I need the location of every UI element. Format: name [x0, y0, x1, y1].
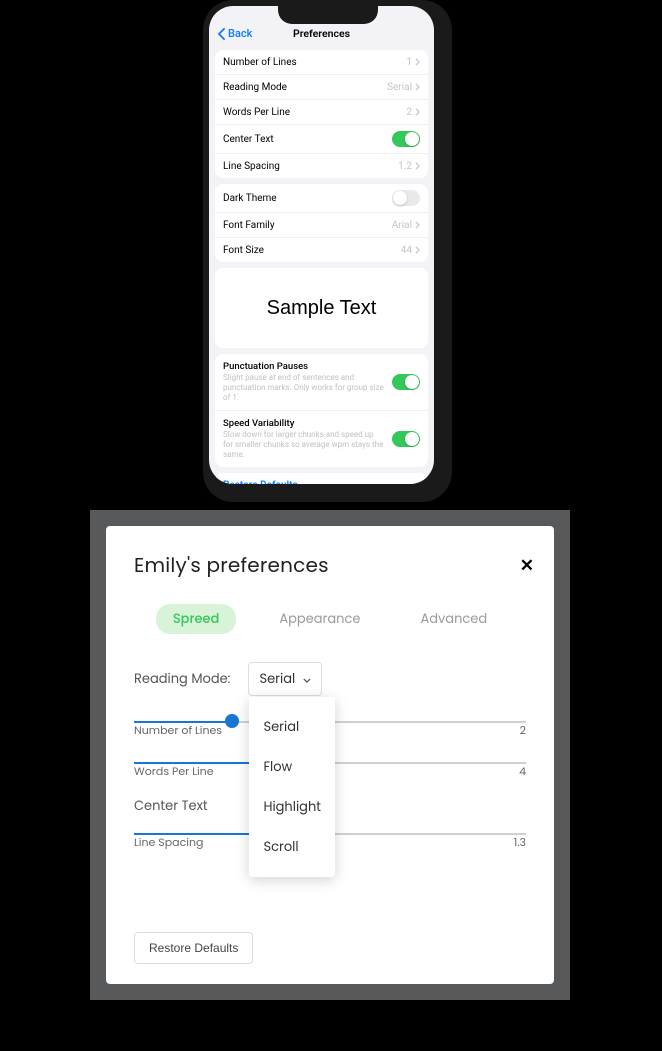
advanced-title: Punctuation Pauses	[223, 361, 384, 372]
row-label: Number of Lines	[223, 57, 297, 68]
advanced-title: Speed Variability	[223, 418, 384, 429]
row-value: 44	[401, 245, 420, 256]
chevron-right-icon	[415, 162, 420, 170]
settings-group-display: Number of Lines 1 Reading Mode Serial Words …	[215, 50, 428, 178]
advanced-desc: Slow down for larger chunks and speed up…	[223, 430, 384, 460]
row-value: 2	[406, 107, 420, 118]
row-label: Font Size	[223, 245, 264, 256]
row-label: Center Text	[223, 134, 274, 145]
settings-row[interactable]: Number of Lines 1	[215, 50, 428, 75]
toggle-switch[interactable]	[392, 190, 420, 206]
dropdown-option[interactable]: Scroll	[249, 827, 335, 867]
advanced-row: Speed Variability Slow down for larger c…	[215, 411, 428, 467]
row-label: Reading Mode	[223, 82, 287, 93]
back-button[interactable]: Back	[217, 27, 252, 40]
toggle-switch[interactable]	[392, 131, 420, 147]
row-label: Dark Theme	[223, 193, 277, 204]
phone-notch	[278, 6, 378, 24]
row-label: Line Spacing	[223, 161, 280, 172]
settings-row[interactable]: Line Spacing 1.2	[215, 154, 428, 178]
row-value: 1	[406, 57, 420, 68]
chevron-right-icon	[415, 221, 420, 229]
settings-group-theme: Dark Theme Font Family Arial Font Size 44	[215, 184, 428, 262]
settings-row[interactable]: Center Text	[215, 125, 428, 154]
settings-row[interactable]: Dark Theme	[215, 184, 428, 213]
slider-label: Number of Lines	[134, 722, 222, 739]
line-spacing-label: Line Spacing	[134, 834, 203, 851]
modal-tabs: Spreed Appearance Advanced	[134, 604, 526, 634]
preferences-modal: Emily's preferences ✕ Spreed Appearance Ad…	[106, 526, 554, 984]
advanced-row: Punctuation Pauses Slight pause at end o…	[215, 354, 428, 411]
toggle-switch[interactable]	[392, 374, 420, 390]
dropdown-option[interactable]: Flow	[249, 747, 335, 787]
close-icon[interactable]: ✕	[520, 552, 534, 578]
reading-mode-select[interactable]: Serial SerialFlowHighlightScroll	[248, 662, 322, 696]
row-value: 1.2	[398, 161, 420, 172]
back-label: Back	[228, 27, 252, 40]
settings-row[interactable]: Font Size 44	[215, 238, 428, 262]
page-title: Preferences	[293, 27, 350, 40]
chevron-right-icon	[415, 58, 420, 66]
dropdown-option[interactable]: Highlight	[249, 787, 335, 827]
toggle-switch[interactable]	[392, 431, 420, 447]
phone-screen: Back Preferences Number of Lines 1 Reading…	[209, 6, 434, 484]
chevron-down-icon	[303, 669, 311, 689]
restore-defaults-button[interactable]: Restore Defaults	[215, 473, 428, 484]
reading-mode-field: Reading Mode: Serial SerialFlowHighlight…	[134, 662, 526, 696]
restore-defaults-button[interactable]: Restore Defaults	[134, 932, 253, 964]
row-value: Arial	[392, 220, 420, 231]
settings-row[interactable]: Words Per Line 2	[215, 100, 428, 125]
phone-frame: Back Preferences Number of Lines 1 Reading…	[203, 0, 452, 502]
line-spacing-value: 1.3	[514, 834, 526, 851]
chevron-right-icon	[415, 246, 420, 254]
slider-value: 4	[519, 763, 526, 780]
row-label: Words Per Line	[223, 107, 290, 118]
settings-group-advanced: Punctuation Pauses Slight pause at end o…	[215, 354, 428, 467]
tab-spreed[interactable]: Spreed	[156, 604, 237, 634]
chevron-right-icon	[415, 108, 420, 116]
reading-mode-dropdown: SerialFlowHighlightScroll	[249, 697, 335, 877]
modal-title: Emily's preferences	[134, 550, 526, 580]
reading-mode-value: Serial	[259, 669, 295, 689]
settings-row[interactable]: Reading Mode Serial	[215, 75, 428, 100]
tab-advanced[interactable]: Advanced	[403, 604, 504, 634]
slider-value: 2	[520, 722, 526, 739]
tab-appearance[interactable]: Appearance	[262, 604, 377, 634]
modal-backdrop: Emily's preferences ✕ Spreed Appearance Ad…	[90, 510, 570, 1000]
row-label: Font Family	[223, 220, 275, 231]
reading-mode-label: Reading Mode:	[134, 669, 230, 689]
advanced-desc: Slight pause at end of sentences and pun…	[223, 373, 384, 403]
dropdown-option[interactable]: Serial	[249, 707, 335, 747]
row-value: Serial	[387, 82, 420, 93]
chevron-right-icon	[415, 83, 420, 91]
settings-row[interactable]: Font Family Arial	[215, 213, 428, 238]
sample-text-preview: Sample Text	[215, 268, 428, 348]
slider-label: Words Per Line	[134, 763, 214, 780]
